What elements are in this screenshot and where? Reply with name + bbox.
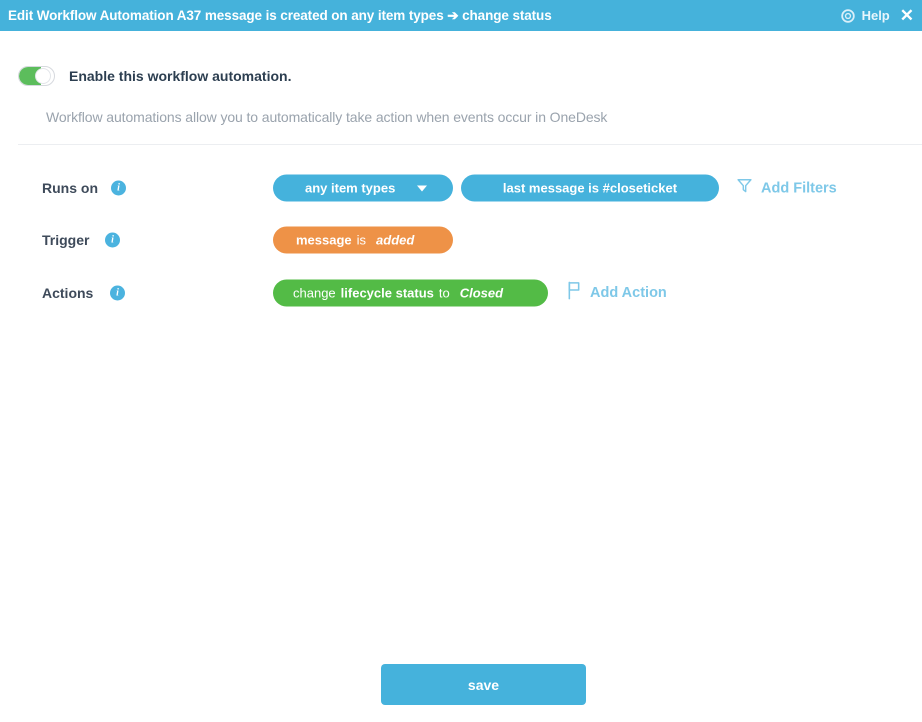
- enable-automation-label: Enable this workflow automation.: [69, 68, 292, 84]
- add-filters-button[interactable]: Add Filters: [736, 177, 837, 200]
- trigger-pill[interactable]: message is added: [273, 226, 453, 254]
- flag-icon: [566, 281, 582, 305]
- actions-row: Actions i change lifecycle status to Clo…: [0, 273, 922, 313]
- runs-on-label: Runs on: [42, 180, 98, 196]
- toggle-knob: [35, 68, 51, 84]
- runs-on-row: Runs on i any item types last message is…: [0, 168, 922, 208]
- save-button[interactable]: save: [381, 664, 586, 705]
- trigger-value: added: [376, 232, 415, 248]
- add-filters-label: Add Filters: [761, 180, 837, 196]
- trigger-row: Trigger i message is added: [0, 220, 922, 260]
- help-label[interactable]: Help: [862, 8, 890, 23]
- action-connector: to: [438, 285, 450, 301]
- page-title: Edit Workflow Automation A37 message is …: [8, 7, 552, 23]
- description-text: Workflow automations allow you to automa…: [46, 109, 608, 125]
- info-icon[interactable]: i: [105, 232, 120, 248]
- action-verb: change: [293, 285, 336, 301]
- chevron-down-icon: [417, 185, 427, 191]
- filter-pill-text: last message is #closeticket: [502, 180, 678, 196]
- titlebar-actions: Help ✕: [840, 0, 914, 31]
- info-icon[interactable]: i: [110, 285, 125, 301]
- close-icon[interactable]: ✕: [900, 7, 914, 24]
- add-action-label: Add Action: [590, 285, 667, 301]
- section-divider: [18, 144, 922, 145]
- lifebuoy-icon[interactable]: [840, 8, 855, 23]
- info-icon[interactable]: i: [111, 180, 126, 196]
- item-types-value: any item types: [305, 180, 396, 196]
- funnel-icon: [736, 177, 753, 200]
- enable-automation-row: Enable this workflow automation.: [18, 66, 291, 86]
- add-action-button[interactable]: Add Action: [566, 281, 667, 305]
- dialog-titlebar: Edit Workflow Automation A37 message is …: [0, 0, 922, 31]
- actions-label: Actions: [42, 285, 94, 301]
- trigger-label: Trigger: [42, 232, 90, 248]
- trigger-connector: is: [356, 232, 367, 248]
- trigger-subject: message: [296, 232, 352, 248]
- enable-automation-toggle[interactable]: [18, 66, 55, 86]
- item-types-dropdown[interactable]: any item types: [273, 174, 453, 202]
- filter-pill[interactable]: last message is #closeticket: [461, 174, 719, 202]
- action-value: Closed: [459, 285, 504, 301]
- action-pill[interactable]: change lifecycle status to Closed: [273, 279, 548, 307]
- action-field: lifecycle status: [340, 285, 434, 301]
